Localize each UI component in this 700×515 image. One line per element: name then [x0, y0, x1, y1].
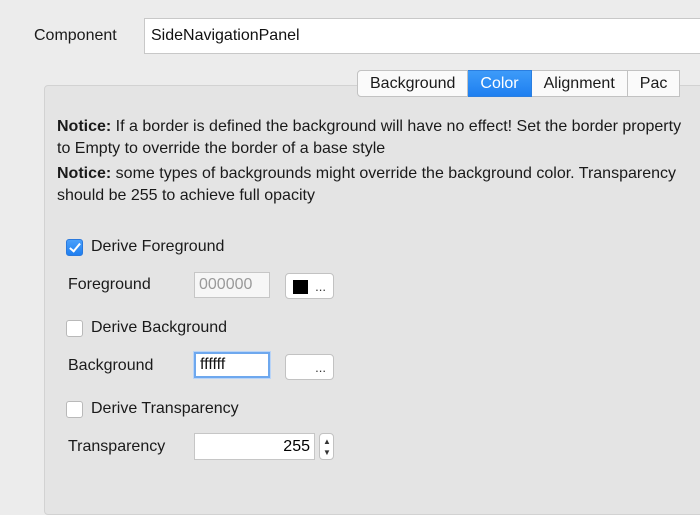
- derive-transparency-checkbox[interactable]: [66, 400, 83, 418]
- derive-foreground-label: Derive Foreground: [91, 238, 225, 255]
- tab-alignment[interactable]: Alignment: [531, 70, 628, 97]
- border-notice: Notice: If a border is defined the backg…: [57, 116, 697, 160]
- border-notice-text: If a border is defined the background wi…: [57, 118, 682, 157]
- derive-background-checkbox[interactable]: [66, 319, 83, 337]
- background-label: Background: [68, 357, 154, 374]
- foreground-picker-ellipsis: ...: [315, 278, 326, 294]
- derive-foreground-row[interactable]: Derive Foreground: [66, 237, 224, 257]
- derive-background-label: Derive Background: [91, 319, 228, 336]
- derive-background-row[interactable]: Derive Background: [66, 318, 227, 338]
- foreground-color-swatch: [293, 280, 308, 294]
- foreground-color-picker-button[interactable]: ...: [285, 273, 334, 299]
- foreground-label: Foreground: [68, 276, 151, 293]
- transparency-spinner-field[interactable]: [194, 433, 315, 460]
- transparency-notice-text: some types of backgrounds might override…: [57, 165, 676, 204]
- component-row: Component: [0, 0, 700, 60]
- border-notice-label: Notice:: [57, 118, 112, 135]
- component-name-field[interactable]: [144, 18, 700, 54]
- foreground-hex-field[interactable]: [194, 272, 270, 298]
- transparency-notice: Notice: some types of backgrounds might …: [57, 163, 697, 207]
- transparency-notice-label: Notice:: [57, 165, 112, 182]
- background-picker-ellipsis: ...: [315, 359, 326, 375]
- spinner-down-icon[interactable]: ▼: [323, 447, 331, 458]
- style-tab-bar: Background Color Alignment Pac: [357, 70, 681, 97]
- transparency-label: Transparency: [68, 438, 166, 455]
- component-label: Component: [34, 27, 117, 44]
- transparency-spinner-buttons[interactable]: ▲ ▼: [319, 433, 334, 460]
- derive-foreground-checkbox[interactable]: [66, 238, 83, 256]
- derive-transparency-label: Derive Transparency: [91, 400, 239, 417]
- spinner-up-icon[interactable]: ▲: [323, 436, 331, 447]
- background-color-picker-button[interactable]: ...: [285, 354, 334, 380]
- tab-background[interactable]: Background: [357, 70, 469, 97]
- tab-padding[interactable]: Pac: [627, 70, 681, 97]
- background-hex-field[interactable]: [194, 352, 270, 378]
- tab-color[interactable]: Color: [468, 70, 532, 97]
- derive-transparency-row[interactable]: Derive Transparency: [66, 399, 239, 419]
